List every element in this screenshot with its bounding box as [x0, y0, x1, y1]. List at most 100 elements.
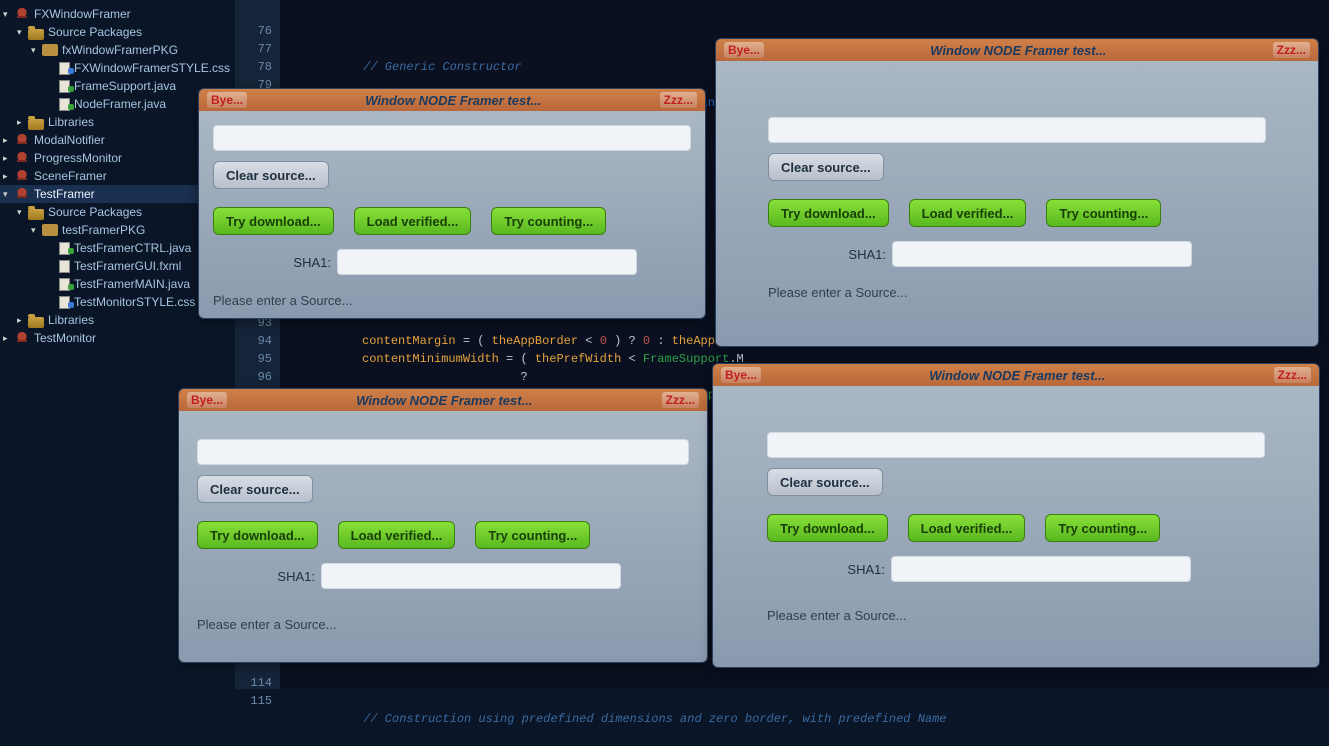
tree-label: TestMonitor [34, 331, 96, 345]
tree-label: ProgressMonitor [34, 151, 122, 165]
folder-icon [28, 29, 44, 40]
zzz-button[interactable]: Zzz... [1273, 42, 1310, 58]
java-project-icon [14, 151, 30, 165]
bye-button[interactable]: Bye... [724, 42, 764, 58]
tree-package[interactable]: ▾ fxWindowFramerPKG [0, 41, 235, 59]
try-counting-button[interactable]: Try counting... [475, 521, 590, 549]
css-file-icon [59, 296, 70, 309]
tree-folder[interactable]: ▾ Source Packages [0, 23, 235, 41]
load-verified-button[interactable]: Load verified... [338, 521, 456, 549]
clear-source-button[interactable]: Clear source... [768, 153, 884, 181]
titlebar[interactable]: Bye... Window NODE Framer test... Zzz... [716, 39, 1318, 61]
try-download-button[interactable]: Try download... [213, 207, 334, 235]
tree-file[interactable]: FXWindowFramerSTYLE.css [0, 59, 235, 77]
code-text: // Construction using predefined dimensi… [320, 710, 947, 728]
bye-button[interactable]: Bye... [187, 392, 227, 408]
framer-body: Clear source... Try download... Load ver… [179, 411, 707, 662]
tree-expand-icon[interactable]: ▾ [17, 207, 27, 217]
code-text: contentMinimumWidth = ( thePrefWidth < F… [290, 350, 744, 368]
tree-expand-icon[interactable]: ▾ [3, 189, 13, 199]
sha1-input[interactable] [892, 241, 1192, 267]
tree-label: testFramerPKG [62, 223, 145, 237]
status-text: Please enter a Source... [213, 293, 691, 308]
sha1-label: SHA1: [768, 247, 886, 262]
tree-expand-icon[interactable]: ▾ [3, 9, 13, 19]
try-download-button[interactable]: Try download... [767, 514, 888, 542]
sha1-label: SHA1: [213, 255, 331, 270]
status-text: Please enter a Source... [767, 608, 1265, 623]
tree-label: Source Packages [48, 205, 142, 219]
tree-expand-icon[interactable]: ▸ [3, 333, 13, 343]
bye-button[interactable]: Bye... [721, 367, 761, 383]
tree-label: FrameSupport.java [74, 79, 176, 93]
zzz-button[interactable]: Zzz... [662, 392, 699, 408]
load-verified-button[interactable]: Load verified... [908, 514, 1026, 542]
fxml-file-icon [59, 260, 70, 273]
clear-source-button[interactable]: Clear source... [213, 161, 329, 189]
framer-body: Clear source... Try download... Load ver… [713, 386, 1319, 667]
framer-window-4[interactable]: Bye... Window NODE Framer test... Zzz...… [712, 363, 1320, 668]
tree-expand-icon[interactable]: ▾ [17, 27, 27, 37]
sha1-input[interactable] [321, 563, 621, 589]
java-project-icon [14, 187, 30, 201]
code-text: contentMargin = ( theAppBorder < 0 ) ? 0… [290, 332, 744, 350]
window-title: Window NODE Framer test... [247, 93, 660, 108]
tree-project[interactable]: ▾ FXWindowFramer [0, 5, 235, 23]
java-project-icon [14, 133, 30, 147]
css-file-icon [59, 62, 70, 75]
java-file-icon [59, 98, 70, 111]
titlebar[interactable]: Bye... Window NODE Framer test... Zzz... [179, 389, 707, 411]
sha1-input[interactable] [337, 249, 637, 275]
tree-expand-icon[interactable]: ▾ [31, 45, 41, 55]
sha1-input[interactable] [891, 556, 1191, 582]
tree-label: TestFramer [34, 187, 95, 201]
java-project-icon [14, 331, 30, 345]
code-text: ? [290, 368, 528, 386]
titlebar[interactable]: Bye... Window NODE Framer test... Zzz... [713, 364, 1319, 386]
tree-label: Libraries [48, 115, 94, 129]
source-input[interactable] [213, 125, 691, 151]
try-counting-button[interactable]: Try counting... [491, 207, 606, 235]
tree-expand-icon[interactable]: ▸ [3, 171, 13, 181]
try-counting-button[interactable]: Try counting... [1046, 199, 1161, 227]
tree-label: FXWindowFramer [34, 7, 131, 21]
bye-button[interactable]: Bye... [207, 92, 247, 108]
code-text: // Generic Constructor [320, 58, 522, 76]
zzz-button[interactable]: Zzz... [1274, 367, 1311, 383]
tree-label: Source Packages [48, 25, 142, 39]
try-counting-button[interactable]: Try counting... [1045, 514, 1160, 542]
tree-label: TestMonitorSTYLE.css [74, 295, 195, 309]
tree-expand-icon[interactable]: ▸ [17, 315, 27, 325]
framer-window-1[interactable]: Bye... Window NODE Framer test... Zzz...… [198, 88, 706, 319]
tree-project[interactable]: ▸ TestMonitor [0, 329, 235, 347]
status-text: Please enter a Source... [768, 285, 1266, 300]
java-file-icon [59, 80, 70, 93]
source-input[interactable] [768, 117, 1266, 143]
status-text: Please enter a Source... [197, 617, 689, 632]
folder-icon [28, 209, 44, 220]
window-title: Window NODE Framer test... [761, 368, 1274, 383]
java-project-icon [14, 169, 30, 183]
framer-window-3[interactable]: Bye... Window NODE Framer test... Zzz...… [178, 388, 708, 663]
tree-expand-icon[interactable]: ▸ [17, 117, 27, 127]
load-verified-button[interactable]: Load verified... [354, 207, 472, 235]
clear-source-button[interactable]: Clear source... [767, 468, 883, 496]
try-download-button[interactable]: Try download... [768, 199, 889, 227]
package-icon [42, 44, 58, 56]
tree-expand-icon[interactable]: ▸ [3, 153, 13, 163]
tree-label: fxWindowFramerPKG [62, 43, 178, 57]
source-input[interactable] [197, 439, 689, 465]
framer-window-2[interactable]: Bye... Window NODE Framer test... Zzz...… [715, 38, 1319, 347]
zzz-button[interactable]: Zzz... [660, 92, 697, 108]
tree-label: TestFramerGUI.fxml [74, 259, 181, 273]
source-input[interactable] [767, 432, 1265, 458]
tree-label: FXWindowFramerSTYLE.css [74, 61, 230, 75]
load-verified-button[interactable]: Load verified... [909, 199, 1027, 227]
tree-expand-icon[interactable]: ▾ [31, 225, 41, 235]
titlebar[interactable]: Bye... Window NODE Framer test... Zzz... [199, 89, 705, 111]
clear-source-button[interactable]: Clear source... [197, 475, 313, 503]
tree-expand-icon[interactable]: ▸ [3, 135, 13, 145]
tree-label: Libraries [48, 313, 94, 327]
tree-label: NodeFramer.java [74, 97, 166, 111]
try-download-button[interactable]: Try download... [197, 521, 318, 549]
